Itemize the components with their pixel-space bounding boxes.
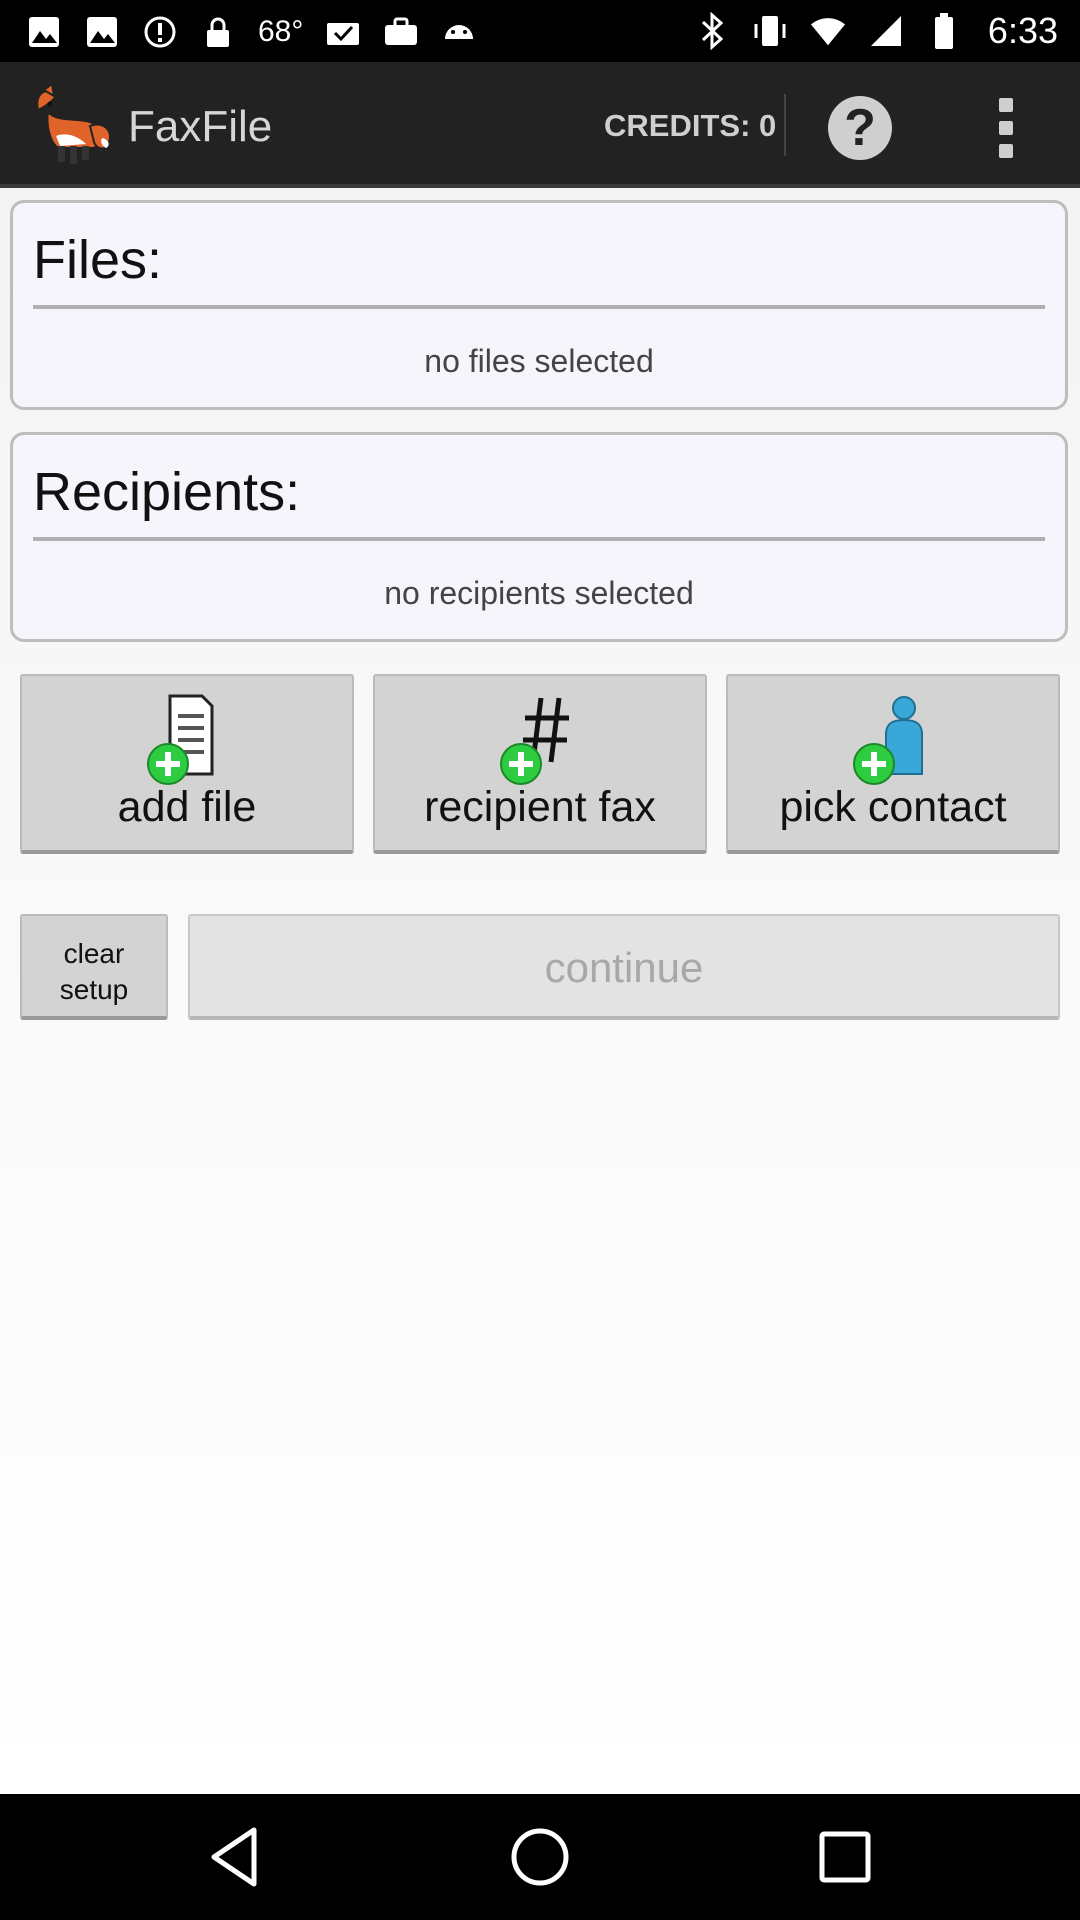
files-panel: Files: no files selected [10, 200, 1068, 410]
signal-icon [868, 13, 904, 49]
pick-contact-button[interactable]: pick contact [726, 674, 1060, 854]
battery-icon [926, 13, 962, 49]
fox-logo-icon [30, 82, 114, 168]
overflow-dot [999, 144, 1013, 158]
alert-circle-icon [142, 14, 178, 50]
add-file-icon [132, 690, 242, 790]
status-left-icons: 68° [26, 14, 477, 50]
action-bar: FaxFile CREDITS: 0 ? [0, 62, 1080, 188]
hash-plus-icon [485, 690, 595, 790]
clear-setup-label: clear setup [22, 936, 166, 1008]
app-title: FaxFile [128, 102, 273, 151]
bluetooth-icon [694, 12, 730, 50]
continue-label: continue [544, 944, 704, 991]
add-contact-icon [838, 690, 948, 790]
lock-icon [200, 14, 236, 50]
status-time: 6:33 [987, 10, 1058, 51]
continue-button[interactable]: continue [188, 914, 1060, 1020]
mail-check-icon [325, 14, 361, 50]
files-divider [33, 305, 1045, 309]
android-icon [441, 14, 477, 50]
credits-button[interactable]: CREDITS: 0 [604, 108, 776, 144]
help-icon[interactable]: ? [828, 96, 892, 160]
back-icon[interactable] [200, 1822, 270, 1892]
navigation-bar [0, 1794, 1080, 1920]
temperature-text: 68° [258, 15, 304, 48]
clear-setup-button[interactable]: clear setup [20, 914, 168, 1020]
recipients-divider [33, 537, 1045, 541]
briefcase-icon [383, 14, 419, 50]
recipients-panel: Recipients: no recipients selected [10, 432, 1068, 642]
clear-setup-line1: clear [63, 938, 125, 969]
recipients-title: Recipients: [33, 462, 301, 522]
wifi-icon [810, 13, 846, 49]
overflow-menu-icon[interactable] [990, 98, 1022, 158]
vibrate-icon [752, 13, 788, 49]
files-empty-text: no files selected [424, 343, 654, 379]
action-bar-divider [784, 94, 786, 156]
clear-setup-line2: setup [59, 974, 129, 1005]
overflow-dot [999, 98, 1013, 112]
recipients-empty-text: no recipients selected [384, 575, 694, 611]
recipient-fax-button[interactable]: recipient fax [373, 674, 707, 854]
overflow-dot [999, 121, 1013, 135]
image-icon [26, 14, 62, 50]
recipient-fax-label: recipient fax [424, 783, 656, 831]
recent-apps-icon[interactable] [810, 1822, 880, 1892]
status-bar: 68° 6:33 [0, 0, 1080, 62]
image-icon [84, 14, 120, 50]
files-title: Files: [33, 230, 163, 290]
add-file-label: add file [117, 783, 257, 831]
pick-contact-label: pick contact [779, 783, 1007, 831]
add-file-button[interactable]: add file [20, 674, 354, 854]
status-right-icons: 6:33 [694, 10, 1058, 52]
home-icon[interactable] [505, 1822, 575, 1892]
